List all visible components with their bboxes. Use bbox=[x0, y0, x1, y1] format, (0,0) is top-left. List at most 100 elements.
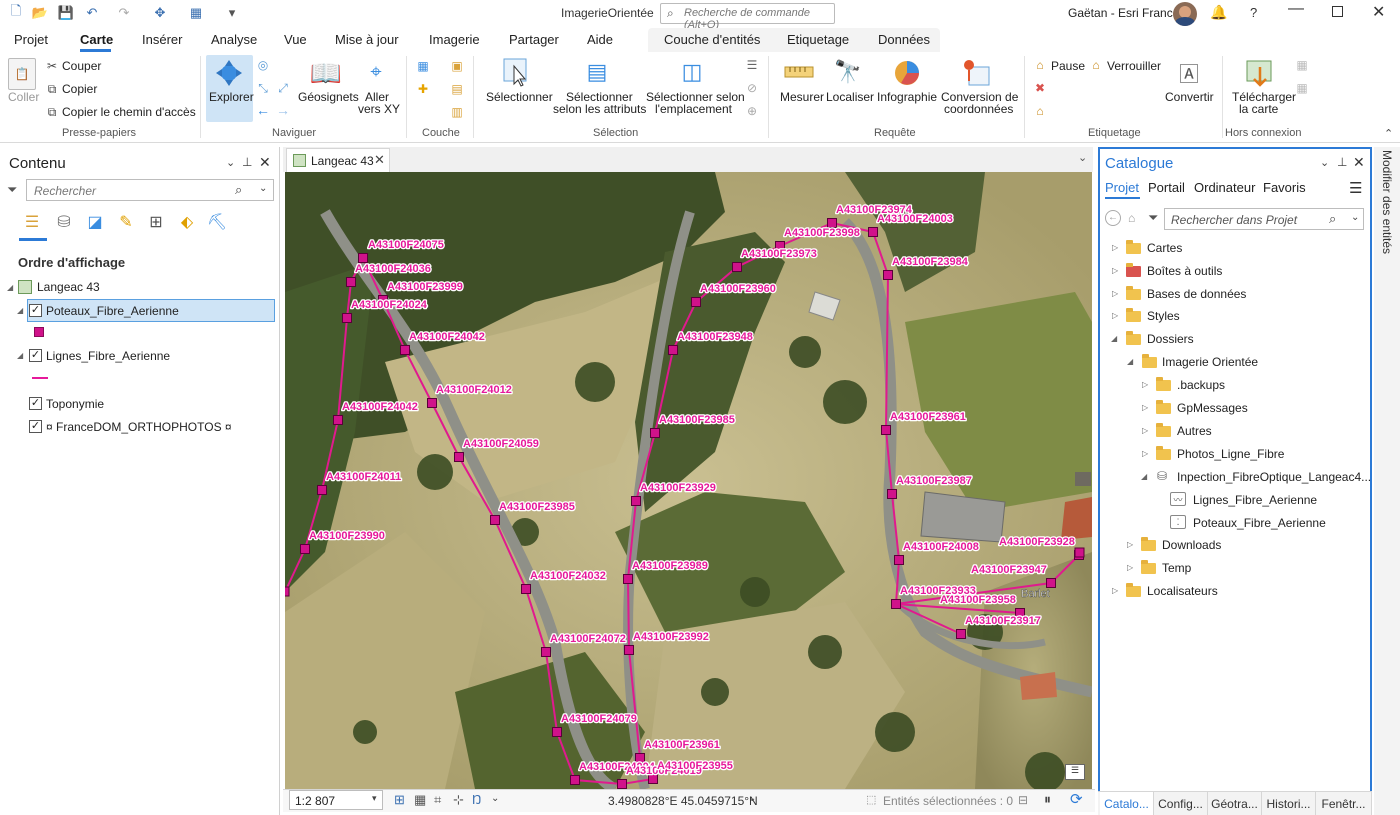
pin-icon[interactable]: ⊥ bbox=[242, 155, 252, 169]
fibre-pole[interactable] bbox=[894, 555, 904, 565]
map-canvas[interactable]: A43100F24075 A43100F24036 A43100F23999 A431… bbox=[285, 172, 1092, 789]
avatar[interactable] bbox=[1173, 2, 1197, 26]
help-button[interactable]: ? bbox=[1250, 5, 1257, 20]
fibre-pole[interactable] bbox=[691, 297, 701, 307]
fibre-pole[interactable] bbox=[333, 415, 343, 425]
layer-name[interactable]: Poteaux_Fibre_Aerienne bbox=[46, 304, 179, 318]
expand-icon[interactable]: ▷ bbox=[1142, 403, 1148, 412]
collapse-icon[interactable]: ◢ bbox=[1141, 472, 1147, 481]
catalog-item-backups[interactable]: .backups bbox=[1177, 378, 1225, 392]
catalog-tab-projet[interactable]: Projet bbox=[1105, 180, 1139, 195]
fibre-pole[interactable] bbox=[1074, 547, 1085, 558]
expand-icon[interactable]: ▷ bbox=[1112, 586, 1118, 595]
contents-close-icon[interactable]: ✕ bbox=[259, 154, 271, 171]
remove-offline-icon[interactable]: ▦ bbox=[1294, 80, 1310, 96]
bottom-tab-catalog[interactable]: Catalo... bbox=[1100, 792, 1154, 815]
infographics-button[interactable]: Infographie bbox=[877, 91, 937, 104]
notifications-icon[interactable]: 🔔 bbox=[1210, 4, 1227, 21]
fibre-pole[interactable] bbox=[454, 452, 464, 462]
select-tool-icon[interactable]: ▦ bbox=[186, 3, 206, 23]
catalog-search[interactable]: Rechercher dans Projet ⌕ ⌄ bbox=[1164, 208, 1364, 230]
layer-visibility-checkbox[interactable]: ✓ bbox=[29, 304, 42, 317]
goto-xy-line2[interactable]: vers XY bbox=[358, 103, 400, 116]
catalog-item-styles[interactable]: Styles bbox=[1147, 309, 1180, 323]
collapse-icon[interactable]: ◢ bbox=[1127, 357, 1133, 366]
label-options-icon[interactable]: ⌂ bbox=[1032, 103, 1048, 119]
fibre-pole[interactable] bbox=[883, 270, 893, 280]
select-by-loc-line2[interactable]: l'emplacement bbox=[655, 103, 732, 116]
tab-analyse[interactable]: Analyse bbox=[211, 32, 257, 47]
fibre-pole[interactable] bbox=[317, 485, 327, 495]
copy-button[interactable]: Copier bbox=[62, 83, 97, 96]
fibre-pole[interactable] bbox=[650, 428, 660, 438]
fibre-pole[interactable] bbox=[400, 345, 410, 355]
list-by-snapping-icon[interactable]: ⊞ bbox=[144, 210, 168, 234]
map-view-tab[interactable]: Langeac 43 ✕ bbox=[286, 148, 390, 172]
tab-list-icon[interactable]: ⌄ bbox=[1078, 151, 1087, 164]
expand-icon[interactable]: ▷ bbox=[1142, 380, 1148, 389]
expand-icon[interactable]: ▷ bbox=[1112, 289, 1118, 298]
undo-icon[interactable]: ↶ bbox=[82, 3, 102, 23]
lock-button[interactable]: Verrouiller bbox=[1107, 60, 1161, 73]
modify-features-vertical-tab[interactable]: Modifier des entités bbox=[1378, 150, 1394, 254]
hamburger-menu-icon[interactable]: ☰ bbox=[1349, 179, 1362, 197]
user-name[interactable]: Gaëtan - Esri France bbox=[1068, 6, 1179, 20]
layer-visibility-checkbox[interactable]: ✓ bbox=[29, 420, 42, 433]
filter-icon[interactable]: ⏷ bbox=[7, 182, 17, 198]
list-by-source-icon[interactable]: ⛁ bbox=[52, 210, 76, 234]
bottom-tab-geoprocessing[interactable]: Géotra... bbox=[1208, 792, 1262, 815]
pause-drawing-icon[interactable]: ⏸ bbox=[1044, 791, 1051, 808]
bookmarks-button[interactable]: Géosignets bbox=[298, 91, 359, 104]
download-map-line2[interactable]: la carte bbox=[1239, 103, 1278, 116]
fibre-pole[interactable] bbox=[285, 586, 290, 597]
customize-qat-icon[interactable]: ▾ bbox=[222, 3, 242, 23]
back-icon[interactable]: ← bbox=[1105, 210, 1121, 226]
full-extent-icon[interactable]: ◎ bbox=[256, 58, 270, 72]
bottom-tab-configure[interactable]: Config... bbox=[1154, 792, 1208, 815]
zoom-to-selection-icon[interactable]: ⊕ bbox=[744, 103, 760, 119]
fibre-pole[interactable] bbox=[624, 645, 634, 655]
tab-partager[interactable]: Partager bbox=[509, 32, 559, 47]
explore-tool-icon[interactable]: ✥ bbox=[150, 3, 170, 23]
pin-icon[interactable]: ⊥ bbox=[1337, 155, 1347, 169]
fibre-pole[interactable] bbox=[891, 599, 901, 609]
bottom-tab-history[interactable]: Histori... bbox=[1262, 792, 1316, 815]
paste-icon[interactable]: 📋 bbox=[8, 58, 36, 90]
copy-path-button[interactable]: Copier le chemin d'accès bbox=[62, 106, 196, 119]
convert-coords-line2[interactable]: coordonnées bbox=[944, 103, 1013, 116]
minimize-icon[interactable]: — bbox=[1288, 0, 1304, 18]
chevron-down-icon[interactable]: ⌄ bbox=[491, 793, 499, 804]
tab-imagerie[interactable]: Imagerie bbox=[429, 32, 480, 47]
contents-menu-icon[interactable]: ⌄ bbox=[226, 156, 235, 169]
next-extent-icon[interactable]: → bbox=[276, 102, 290, 118]
layer-name[interactable]: Lignes_Fibre_Aerienne bbox=[46, 349, 170, 363]
command-search[interactable]: ⌕ Recherche de commande (Alt+Q) bbox=[660, 3, 835, 31]
fibre-pole[interactable] bbox=[881, 425, 891, 435]
locate-button[interactable]: Localiser bbox=[826, 91, 874, 104]
add-graphics-icon[interactable]: ▤ bbox=[448, 80, 466, 98]
fibre-pole[interactable] bbox=[732, 262, 742, 272]
catalog-item-lignes[interactable]: Lignes_Fibre_Aerienne bbox=[1193, 493, 1317, 507]
fibre-pole[interactable] bbox=[427, 398, 437, 408]
sync-icon[interactable]: ▦ bbox=[1294, 57, 1310, 73]
filter-icon[interactable]: ⏷ bbox=[1148, 210, 1158, 226]
catalog-item-geodatabase[interactable]: Inpection_FibreOptique_Langeac4... bbox=[1177, 470, 1371, 484]
map-tab-close-icon[interactable]: ✕ bbox=[374, 152, 385, 168]
catalog-item-imagerie-orientee[interactable]: Imagerie Orientée bbox=[1162, 355, 1258, 369]
home-icon[interactable]: ⌂ bbox=[1128, 211, 1135, 225]
list-by-drawing-order-icon[interactable]: ☰ bbox=[20, 210, 44, 234]
tab-couche-entites[interactable]: Couche d'entités bbox=[664, 32, 760, 47]
north-arrow-icon[interactable]: Ŋ bbox=[472, 792, 481, 807]
bottom-tab-window[interactable]: Fenêtr... bbox=[1316, 792, 1372, 815]
tab-vue[interactable]: Vue bbox=[284, 32, 307, 47]
contents-search[interactable]: Rechercher ⌕ ⌄ bbox=[26, 179, 274, 201]
maximize-icon[interactable] bbox=[1332, 6, 1343, 17]
measure-button[interactable]: Mesurer bbox=[780, 91, 824, 104]
collapse-map-icon[interactable]: ◢ bbox=[7, 283, 13, 292]
catalog-item-photos[interactable]: Photos_Ligne_Fibre bbox=[1177, 447, 1284, 461]
fibre-pole[interactable] bbox=[617, 779, 627, 789]
previous-extent-icon[interactable]: ← bbox=[256, 102, 270, 118]
catalog-tab-ordinateur[interactable]: Ordinateur bbox=[1194, 180, 1255, 195]
catalog-item-toolboxes[interactable]: Boîtes à outils bbox=[1147, 264, 1222, 278]
fibre-pole[interactable] bbox=[346, 277, 356, 287]
